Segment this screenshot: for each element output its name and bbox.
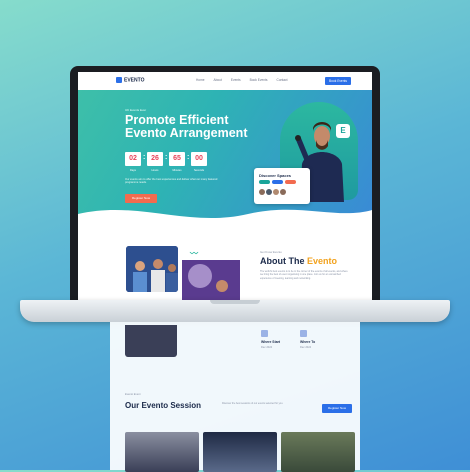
session-kicker: Evento Event <box>125 393 141 396</box>
avatar <box>280 189 286 195</box>
about-heading: About The Evento <box>260 256 338 266</box>
session-paragraph: Discover the best sessions of our events… <box>222 402 284 405</box>
session-image[interactable] <box>281 432 355 472</box>
avatar <box>273 189 279 195</box>
countdown-label: Minutes <box>172 169 182 172</box>
attendee-avatars <box>259 189 286 195</box>
countdown-label: Seconds <box>193 169 205 172</box>
tag-pill <box>259 180 270 184</box>
hero-title: Promote Efficient Evento Arrangement <box>125 113 248 140</box>
session-heading: Our Evento Session <box>125 401 202 410</box>
countdown-separator: : <box>187 154 190 161</box>
countdown-separator: : <box>165 154 168 161</box>
about-image-audience <box>126 246 178 292</box>
register-button[interactable]: Register Now <box>125 194 157 203</box>
nav-link-about[interactable]: About <box>214 78 222 82</box>
navbar: EVENTO Home About Events Book Events Con… <box>78 72 372 90</box>
hero-description: Our events aim to offer the best experie… <box>125 178 218 185</box>
about-image-continued <box>125 325 177 357</box>
countdown-minutes: 65 <box>169 152 185 166</box>
discover-spaces-card[interactable]: Discover Spaces <box>254 168 310 204</box>
nav-link-events[interactable]: Events <box>231 78 241 82</box>
about-kicker: Get Know Evento <box>260 250 282 254</box>
avatar <box>259 189 265 195</box>
book-events-button[interactable]: Book Events <box>325 77 351 85</box>
hero-wave <box>78 209 372 230</box>
nav-link-home[interactable]: Home <box>196 78 205 82</box>
tag-pill <box>285 180 296 184</box>
where-start-text: Dec 2024 <box>261 346 273 349</box>
countdown-label: Days <box>130 169 136 172</box>
where-start-title: Where Start <box>261 340 281 344</box>
nav-link-book-events[interactable]: Book Events <box>250 78 268 82</box>
logo-icon <box>116 77 122 83</box>
session-image[interactable] <box>203 432 277 472</box>
session-register-button[interactable]: Register Now <box>322 404 352 413</box>
discover-title: Discover Spaces <box>259 173 292 178</box>
evento-badge: E <box>336 124 350 138</box>
about-paragraph: The world's best evento is to be in the … <box>260 270 348 280</box>
location-icon <box>300 330 307 337</box>
countdown-separator: : <box>143 154 146 161</box>
nav-link-contact[interactable]: Contact <box>277 78 288 82</box>
session-image[interactable] <box>125 432 199 472</box>
hero-kicker: UK Events Ever <box>125 108 147 112</box>
squiggle-decoration: 〰 <box>190 249 198 258</box>
where-to-text: Dec 2024 <box>300 346 312 349</box>
laptop-notch <box>210 300 260 304</box>
calendar-icon <box>261 330 268 337</box>
avatar <box>266 189 272 195</box>
about-image-concert <box>182 260 240 300</box>
countdown-hours: 26 <box>147 152 163 166</box>
where-to-title: Where To <box>300 340 316 344</box>
nav-links: Home About Events Book Events Contact <box>196 78 288 82</box>
countdown-days: 02 <box>125 152 141 166</box>
countdown-seconds: 00 <box>191 152 207 166</box>
countdown-label: Hours <box>151 169 159 172</box>
tag-pill <box>272 180 283 184</box>
logo[interactable]: EVENTO <box>116 77 144 83</box>
laptop-screen: EVENTO Home About Events Book Events Con… <box>78 72 372 300</box>
